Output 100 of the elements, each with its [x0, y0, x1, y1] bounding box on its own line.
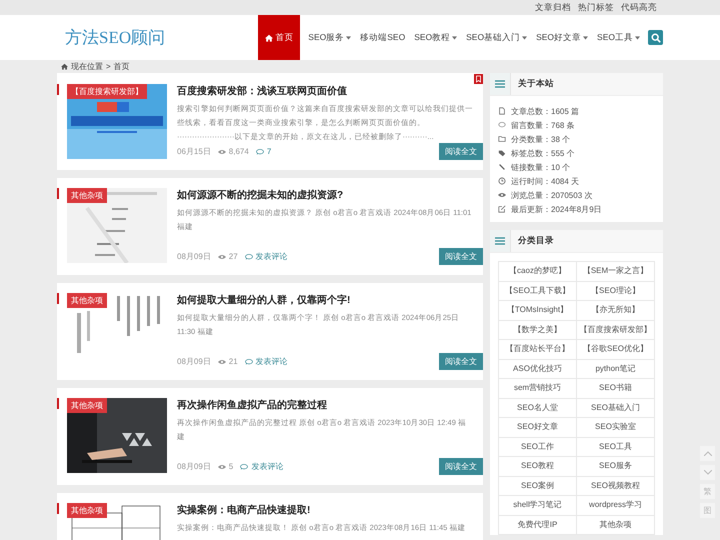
category-link[interactable]: SEO实验室 [577, 418, 655, 438]
search-icon [650, 32, 660, 42]
nav-item[interactable]: SEO好文章 [533, 15, 592, 60]
caret-icon [452, 36, 458, 40]
caret-icon [583, 36, 588, 40]
comment-link[interactable]: 发表评论 [256, 251, 288, 262]
category-link[interactable]: 【TOMsInsight】 [499, 301, 577, 320]
widget-title: 关于本站 [518, 78, 554, 90]
category-link[interactable]: 【SEM一家之言】 [577, 262, 655, 282]
file-icon [498, 107, 506, 115]
category-link[interactable]: 【谷歌SEO优化】 [577, 340, 655, 360]
scroll-up-button[interactable] [700, 446, 715, 461]
post-title[interactable]: 百度搜索研发部：浅谈互联网页面价值 [177, 84, 473, 98]
category-link[interactable]: SEO好文章 [499, 418, 577, 438]
post-title[interactable]: 如何源源不断的挖掘未知的虚拟资源? [177, 188, 473, 202]
eye-icon [218, 148, 226, 154]
nav-item[interactable]: SEO工具 [594, 15, 643, 60]
eye-icon [218, 254, 226, 260]
eye-icon [218, 358, 226, 364]
comment-link[interactable]: 发表评论 [251, 461, 284, 472]
category-tag[interactable]: 其他杂项 [67, 188, 107, 203]
category-link[interactable]: 免费代理IP [499, 516, 577, 535]
category-link[interactable]: SEO案例 [499, 476, 577, 496]
stat-text: 分类数量：38 个 [511, 134, 570, 144]
top-link[interactable]: 热门标签 [578, 0, 614, 15]
view-count: 21 [228, 357, 238, 366]
category-link[interactable]: python笔记 [577, 360, 655, 379]
category-link[interactable]: shell学习笔记 [499, 496, 577, 516]
stat-text: 留言数量：768 条 [511, 120, 575, 130]
category-tag[interactable]: 其他杂项 [67, 398, 107, 413]
top-link[interactable]: 代码高亮 [621, 0, 657, 15]
stat-text: 文章总数：1605 篇 [511, 106, 580, 116]
category-link[interactable]: 【百度搜索研发部】 [577, 320, 655, 340]
category-link[interactable]: wordpress学习 [577, 496, 655, 516]
stat-text: 浏览总量：2070503 次 [511, 190, 592, 200]
category-link[interactable]: 【百度站长平台】 [499, 340, 577, 360]
category-link[interactable]: SEO工作 [499, 438, 577, 457]
category-link[interactable]: 【caoz的梦呓】 [499, 262, 577, 282]
post-date: 08月09日 [177, 356, 211, 367]
category-link[interactable]: SEO名人堂 [499, 398, 577, 418]
top-link[interactable]: 文章归档 [535, 0, 571, 15]
comment-icon [256, 148, 264, 154]
post-date: 06月15日 [177, 146, 211, 157]
read-more-button[interactable]: 阅读全文 [439, 353, 483, 370]
stat-text: 运行时间：4084 天 [511, 176, 580, 186]
category-tag[interactable]: 【百度搜索研发部】 [67, 84, 147, 99]
caret-icon [522, 36, 528, 40]
read-more-button[interactable]: 阅读全文 [439, 248, 483, 265]
caret-icon [635, 36, 640, 40]
view-count: 27 [228, 252, 238, 261]
search-button[interactable] [648, 30, 663, 45]
clock-icon [498, 177, 506, 185]
nav-item[interactable]: 首页 [258, 15, 300, 60]
post-title[interactable]: 再次操作闲鱼虚拟产品的完整过程 [177, 398, 473, 412]
link-icon [498, 163, 506, 171]
tag-icon [498, 149, 506, 157]
read-more-button[interactable]: 阅读全文 [439, 458, 483, 475]
stat-text: 链接数量：10 个 [511, 162, 570, 172]
category-tag[interactable]: 其他杂项 [67, 293, 107, 308]
category-tag[interactable]: 其他杂项 [67, 503, 107, 518]
nav-item[interactable]: SEO服务 [305, 15, 354, 60]
category-link[interactable]: SEO视频教程 [577, 476, 655, 496]
comment-icon [244, 254, 253, 260]
category-link[interactable]: SEO书籍 [577, 379, 655, 398]
post-date: 08月09日 [177, 251, 211, 262]
comment-icon [498, 121, 506, 129]
category-link[interactable]: SEO服务 [577, 457, 655, 476]
scroll-down-button[interactable] [700, 465, 715, 480]
nav-item[interactable]: SEO基础入门 [463, 15, 530, 60]
edit-icon [498, 205, 506, 213]
nav-item[interactable]: SEO教程 [411, 15, 460, 60]
stat-text: 最后更新：2024年8月9日 [511, 204, 602, 214]
category-link[interactable]: 【SEO理论】 [577, 282, 655, 301]
chevron-up-icon [704, 451, 712, 456]
category-link[interactable]: 其他杂项 [577, 516, 655, 535]
comment-link[interactable]: 发表评论 [256, 356, 288, 367]
home-icon [61, 63, 68, 70]
view-count: 5 [228, 462, 234, 471]
category-link[interactable]: SEO教程 [499, 457, 577, 476]
category-link[interactable]: SEO基础入门 [577, 398, 655, 418]
category-link[interactable]: ASO优化技巧 [499, 360, 577, 379]
caret-icon [346, 36, 352, 40]
stat-text: 标签总数：555 个 [511, 148, 575, 158]
category-link[interactable]: 【亦无所知】 [577, 301, 655, 320]
nav-item[interactable]: 移动端SEO [357, 15, 408, 60]
site-logo[interactable]: 方法SEO顾问 [65, 26, 166, 49]
category-link[interactable]: SEO工具 [577, 438, 655, 457]
eye-icon [498, 191, 506, 199]
post-title[interactable]: 实操案例：电商产品快速提取! [177, 503, 473, 517]
chevron-down-icon [704, 470, 712, 475]
category-link[interactable]: 【SEO工具下载】 [499, 282, 577, 301]
read-more-button[interactable]: 阅读全文 [439, 143, 483, 160]
category-link[interactable]: 【数学之美】 [499, 320, 577, 340]
comment-link[interactable]: 7 [266, 147, 272, 156]
category-link[interactable]: sem营销技巧 [499, 379, 577, 398]
breadcrumb-separator: > [106, 62, 111, 71]
folder-icon [498, 135, 506, 143]
home-icon [265, 34, 274, 42]
breadcrumb-link[interactable]: 首页 [114, 61, 130, 72]
post-title[interactable]: 如何提取大量细分的人群，仅靠两个字! [177, 293, 473, 307]
